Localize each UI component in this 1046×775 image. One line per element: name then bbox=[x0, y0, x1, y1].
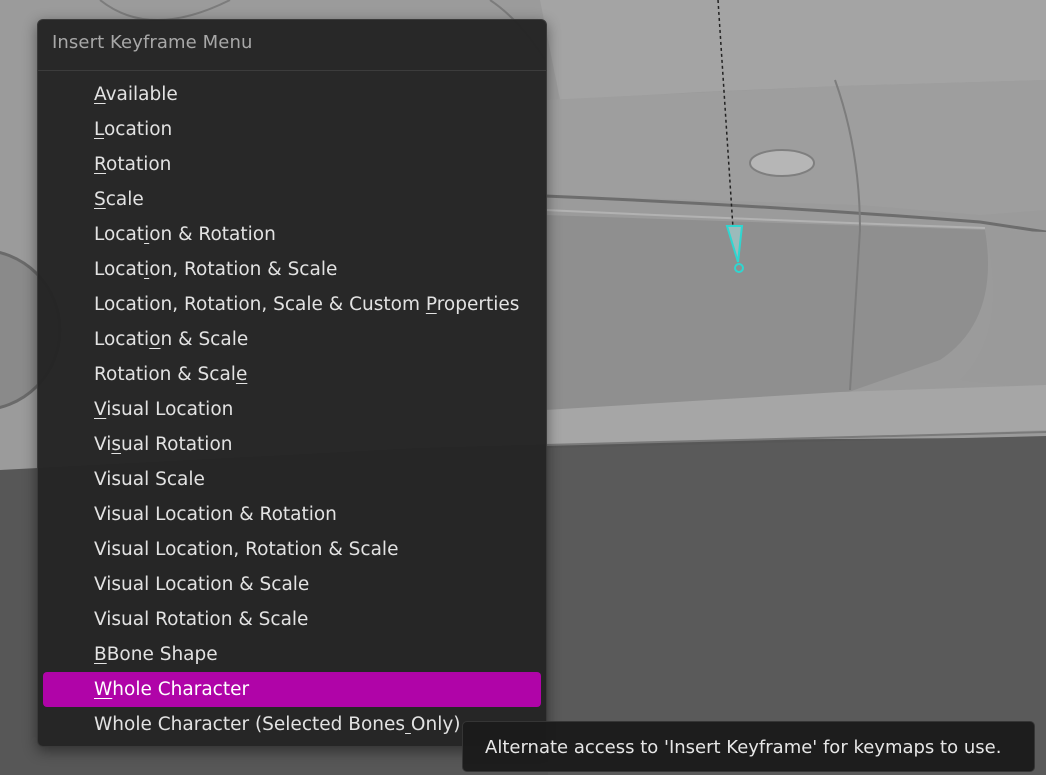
menu-item-list: Available Location Rotation Scale Location &… bbox=[38, 77, 546, 742]
menu-item-rotation-scale[interactable]: Rotation & Scale bbox=[43, 357, 541, 392]
tooltip: Alternate access to 'Insert Keyframe' fo… bbox=[462, 721, 1035, 772]
menu-item-visual-location[interactable]: Visual Location bbox=[43, 392, 541, 427]
menu-item-visual-location-scale[interactable]: Visual Location & Scale bbox=[43, 567, 541, 602]
menu-item-visual-rotation[interactable]: Visual Rotation bbox=[43, 427, 541, 462]
insert-keyframe-menu: Insert Keyframe Menu Available Location Ro… bbox=[37, 19, 547, 747]
menu-item-visual-location-rotation[interactable]: Visual Location & Rotation bbox=[43, 497, 541, 532]
menu-item-location-rotation[interactable]: Location & Rotation bbox=[43, 217, 541, 252]
menu-item-rotation[interactable]: Rotation bbox=[43, 147, 541, 182]
menu-item-location[interactable]: Location bbox=[43, 112, 541, 147]
menu-title: Insert Keyframe Menu bbox=[52, 32, 253, 53]
menu-item-visual-scale[interactable]: Visual Scale bbox=[43, 462, 541, 497]
tooltip-text: Alternate access to 'Insert Keyframe' fo… bbox=[485, 737, 1002, 758]
menu-separator bbox=[38, 70, 546, 71]
menu-item-visual-location-rotation-scale[interactable]: Visual Location, Rotation & Scale bbox=[43, 532, 541, 567]
menu-item-whole-character[interactable]: Whole Character bbox=[43, 672, 541, 707]
menu-item-location-scale[interactable]: Location & Scale bbox=[43, 322, 541, 357]
menu-item-location-rotation-scale[interactable]: Location, Rotation & Scale bbox=[43, 252, 541, 287]
menu-item-available[interactable]: Available bbox=[43, 77, 541, 112]
menu-item-bbone-shape[interactable]: BBone Shape bbox=[43, 637, 541, 672]
menu-item-scale[interactable]: Scale bbox=[43, 182, 541, 217]
menu-item-location-rotation-scale-custom-properties[interactable]: Location, Rotation, Scale & Custom Prope… bbox=[43, 287, 541, 322]
menu-item-visual-rotation-scale[interactable]: Visual Rotation & Scale bbox=[43, 602, 541, 637]
